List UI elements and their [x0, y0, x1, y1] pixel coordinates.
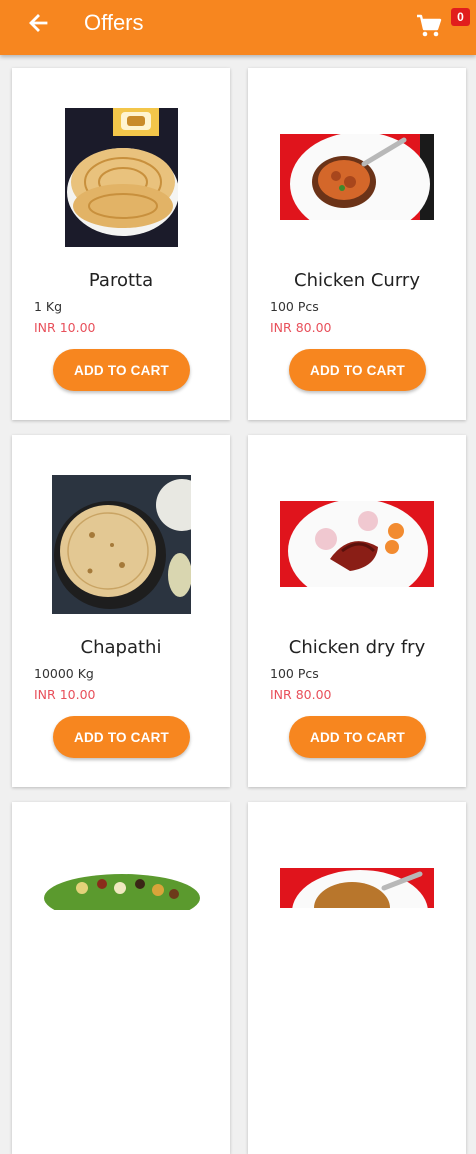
product-name: Parotta [88, 270, 154, 291]
product-price: INR 80.00 [270, 320, 332, 335]
product-image-chicken-dry-fry [280, 501, 434, 587]
product-image-parotta [65, 108, 178, 247]
product-card[interactable]: Chicken dry fry 100 Pcs INR 80.00 ADD TO… [248, 435, 466, 787]
product-card[interactable] [12, 802, 230, 1154]
product-card[interactable]: Parotta 1 Kg INR 10.00 ADD TO CART [12, 68, 230, 420]
app-bar: Offers 0 [0, 0, 476, 55]
product-name: Chicken dry fry [288, 637, 426, 658]
add-to-cart-button[interactable]: ADD TO CART [289, 716, 426, 758]
product-name: Chicken Curry [294, 270, 420, 291]
product-name: Chapathi [80, 637, 162, 658]
page-title: Offers [84, 10, 144, 35]
arrow-left-icon [29, 14, 48, 32]
product-image [44, 874, 200, 910]
add-to-cart-button[interactable]: ADD TO CART [289, 349, 426, 391]
back-button[interactable] [22, 10, 56, 44]
product-quantity: 1 Kg [34, 299, 63, 314]
cart-button[interactable] [414, 10, 446, 42]
product-price: INR 10.00 [34, 687, 96, 702]
product-image-chicken-curry [280, 134, 434, 220]
product-quantity: 100 Pcs [270, 299, 319, 314]
cart-count-badge: 0 [451, 8, 470, 26]
shopping-cart-icon [417, 14, 442, 37]
product-card[interactable]: Chicken Curry 100 Pcs INR 80.00 ADD TO C… [248, 68, 466, 420]
product-quantity: 100 Pcs [270, 666, 319, 681]
product-price: INR 80.00 [270, 687, 332, 702]
product-quantity: 10000 Kg [34, 666, 94, 681]
product-card[interactable]: Chapathi 10000 Kg INR 10.00 ADD TO CART [12, 435, 230, 787]
product-price: INR 10.00 [34, 320, 96, 335]
product-image [280, 868, 434, 908]
product-card[interactable] [248, 802, 466, 1154]
add-to-cart-button[interactable]: ADD TO CART [53, 349, 190, 391]
product-image-chapathi [52, 475, 191, 614]
add-to-cart-button[interactable]: ADD TO CART [53, 716, 190, 758]
